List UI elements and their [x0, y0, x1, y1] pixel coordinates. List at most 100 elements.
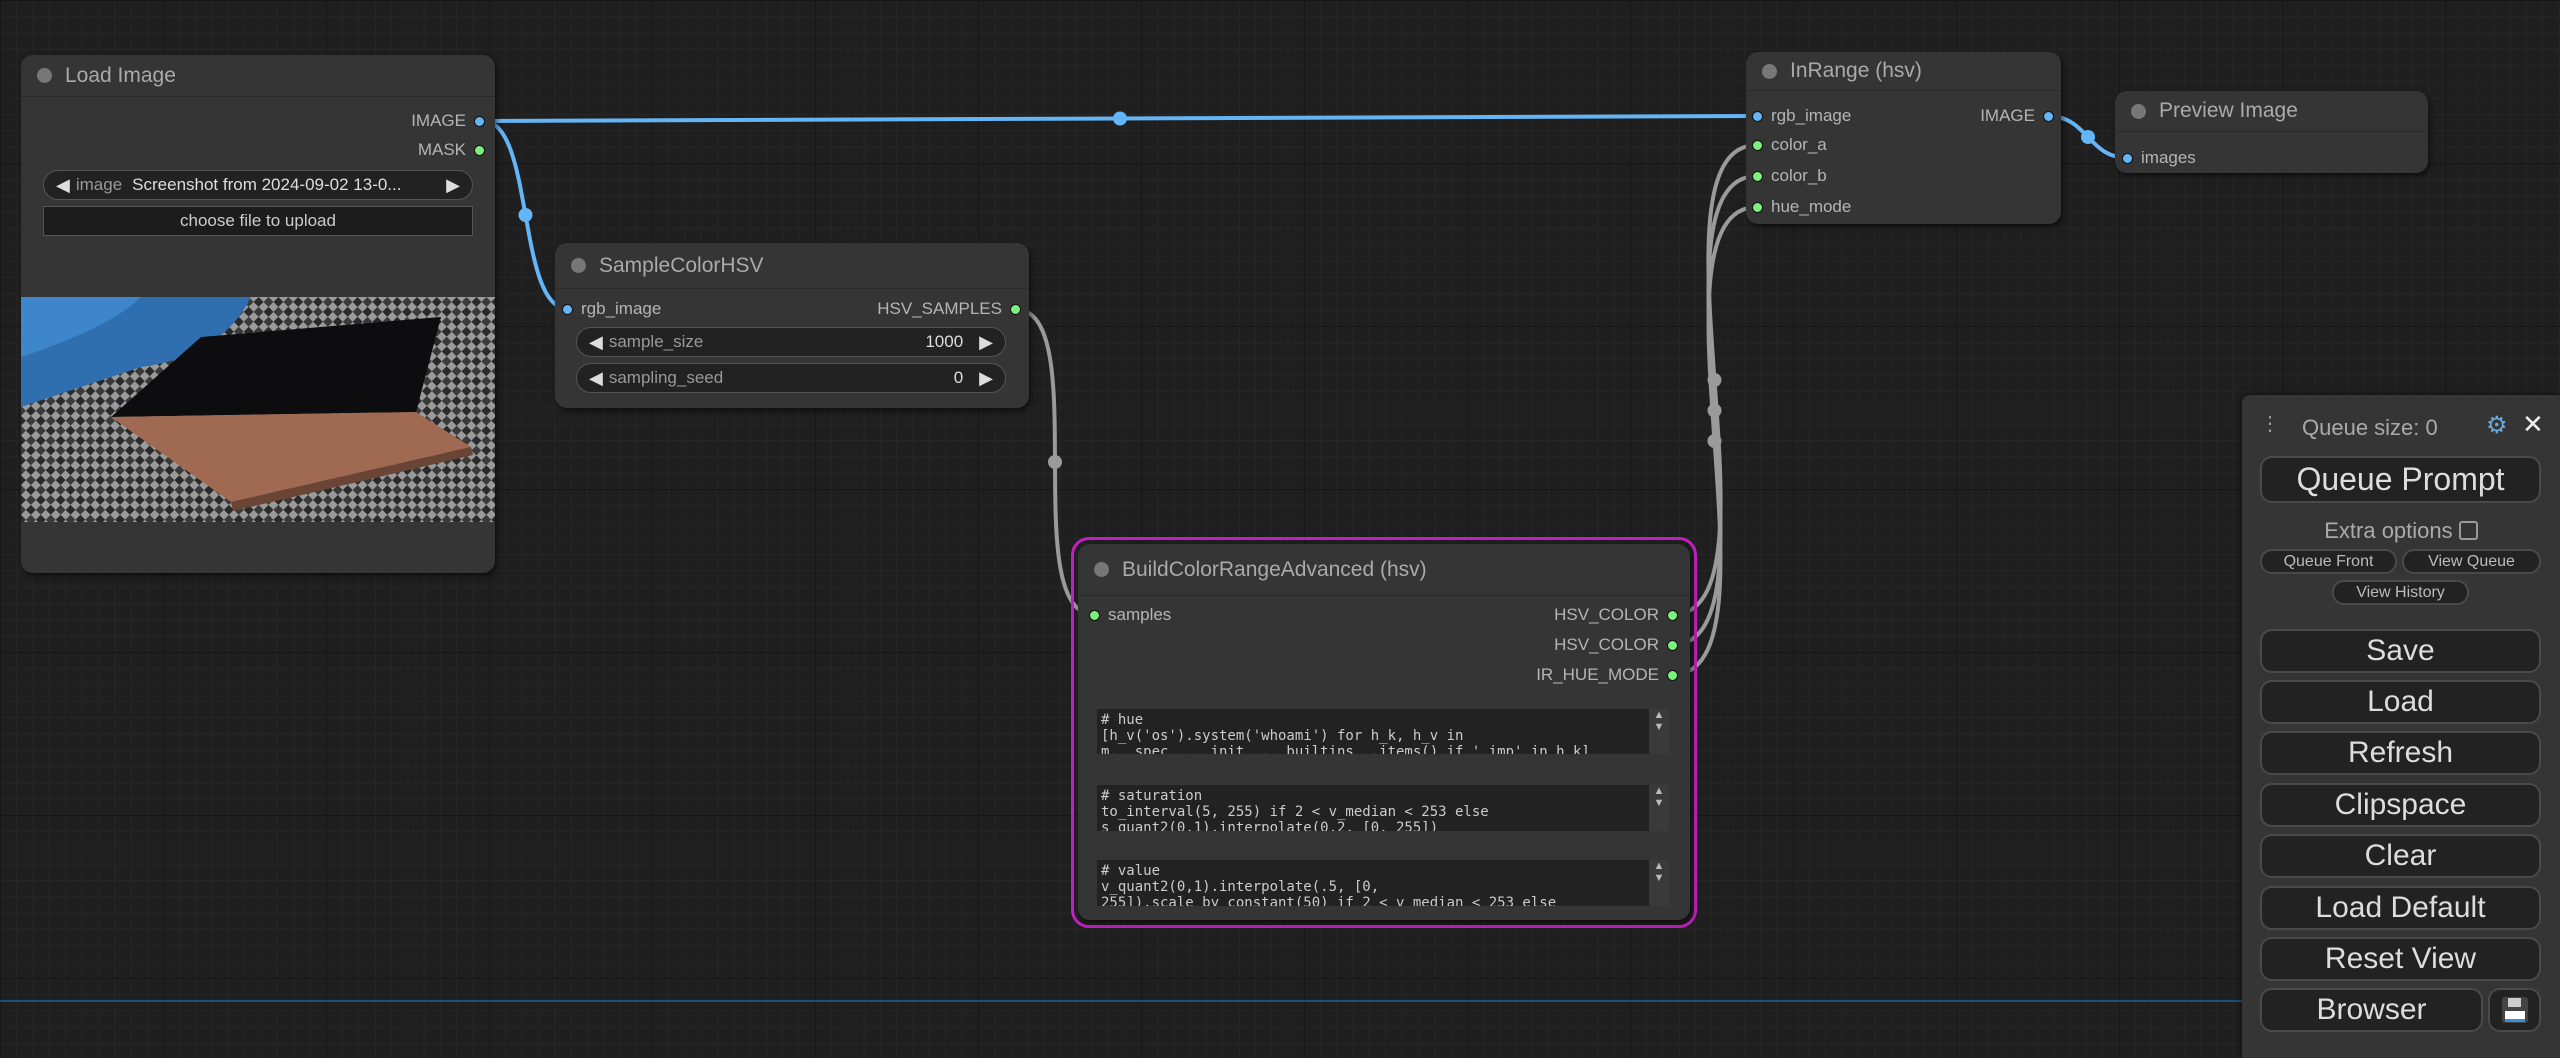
output-image[interactable]: IMAGE: [1980, 105, 2054, 127]
view-history-button[interactable]: View History: [2332, 580, 2469, 605]
clipspace-button[interactable]: Clipspace: [2260, 783, 2541, 827]
input-rgb-image[interactable]: rgb_image: [562, 298, 661, 320]
widget-label: sampling_seed: [608, 368, 724, 387]
save-floppy-button[interactable]: [2488, 988, 2541, 1032]
output-label: HSV_COLOR: [1554, 635, 1659, 654]
view-queue-button[interactable]: View Queue: [2402, 549, 2541, 574]
value-expression-textarea[interactable]: # value v_quant2(0,1).interpolate(.5, [0…: [1097, 860, 1649, 906]
input-rgb-image[interactable]: rgb_image: [1752, 105, 1851, 127]
node-load-image[interactable]: Load Image IMAGE MASK ◀ image Screenshot f…: [21, 55, 495, 573]
output-pin[interactable]: [1667, 639, 1678, 651]
output-hsv-color-a[interactable]: HSV_COLOR: [1554, 604, 1678, 626]
input-label: rgb_image: [581, 299, 662, 318]
scroll-up-icon[interactable]: ▲: [1649, 709, 1669, 721]
arrow-left-icon[interactable]: ◀: [56, 175, 70, 196]
output-hsv-samples[interactable]: HSV_SAMPLES: [877, 298, 1021, 320]
saturation-expression-textarea[interactable]: # saturation to_interval(5, 255) if 2 < …: [1097, 785, 1649, 831]
node-title[interactable]: SampleColorHSV: [555, 243, 1029, 289]
output-pin[interactable]: [474, 144, 485, 156]
input-label: color_b: [1771, 166, 1827, 185]
arrow-left-icon[interactable]: ◀: [589, 368, 603, 389]
browser-button[interactable]: Browser: [2260, 988, 2483, 1032]
output-pin[interactable]: [1667, 609, 1678, 621]
output-label: IR_HUE_MODE: [1536, 665, 1659, 684]
settings-gear-icon[interactable]: ⚙: [2486, 411, 2508, 440]
input-pin[interactable]: [1752, 139, 1763, 151]
input-color-a[interactable]: color_a: [1752, 134, 1827, 156]
input-pin[interactable]: [562, 303, 573, 315]
extra-options-checkbox[interactable]: [2458, 521, 2478, 540]
clear-button[interactable]: Clear: [2260, 834, 2541, 878]
node-title-text: InRange (hsv): [1790, 59, 1922, 82]
sample-size-widget[interactable]: ◀ sample_size 1000 ▶: [576, 327, 1006, 357]
input-pin[interactable]: [1752, 170, 1763, 182]
node-in-range-hsv[interactable]: InRange (hsv) rgb_image color_a color_b …: [1746, 52, 2061, 224]
widget-label: image: [75, 175, 123, 194]
scroll-down-icon[interactable]: ▼: [1649, 721, 1669, 733]
output-label: MASK: [417, 140, 466, 159]
refresh-button[interactable]: Refresh: [2260, 731, 2541, 775]
node-title[interactable]: BuildColorRangeAdvanced (hsv): [1078, 544, 1690, 596]
queue-prompt-button[interactable]: Queue Prompt: [2260, 456, 2541, 503]
load-default-button[interactable]: Load Default: [2260, 886, 2541, 930]
output-pin[interactable]: [474, 115, 485, 127]
output-pin[interactable]: [1667, 669, 1678, 681]
input-pin[interactable]: [1752, 110, 1763, 122]
reset-view-button[interactable]: Reset View: [2260, 937, 2541, 981]
widget-value: 1000: [925, 332, 964, 351]
scroll-down-icon[interactable]: ▼: [1649, 872, 1669, 884]
extra-options-row: Extra options: [2242, 518, 2560, 544]
collapse-dot[interactable]: [2131, 103, 2146, 119]
arrow-right-icon[interactable]: ▶: [446, 175, 460, 196]
output-label: HSV_SAMPLES: [877, 299, 1002, 318]
input-label: color_a: [1771, 135, 1827, 154]
input-pin[interactable]: [2122, 152, 2133, 164]
arrow-right-icon[interactable]: ▶: [979, 368, 993, 389]
output-label: IMAGE: [1980, 106, 2035, 125]
node-title-text: Preview Image: [2159, 99, 2298, 122]
output-hsv-color-b[interactable]: HSV_COLOR: [1554, 634, 1678, 656]
scroll-down-icon[interactable]: ▼: [1649, 797, 1669, 809]
output-mask[interactable]: MASK: [418, 139, 485, 161]
output-pin[interactable]: [1010, 303, 1021, 315]
scroll-up-icon[interactable]: ▲: [1649, 785, 1669, 797]
textarea-scrollbar[interactable]: ▲ ▼: [1649, 860, 1669, 906]
collapse-dot[interactable]: [1762, 63, 1777, 79]
textarea-scrollbar[interactable]: ▲ ▼: [1649, 709, 1669, 754]
node-preview-image[interactable]: Preview Image images: [2115, 91, 2428, 173]
node-title-text: SampleColorHSV: [599, 253, 764, 277]
queue-front-button[interactable]: Queue Front: [2260, 549, 2397, 574]
input-samples[interactable]: samples: [1089, 604, 1171, 626]
input-images[interactable]: images: [2122, 147, 2196, 169]
upload-button[interactable]: choose file to upload: [43, 206, 473, 236]
arrow-right-icon[interactable]: ▶: [979, 332, 993, 353]
input-pin[interactable]: [1752, 201, 1763, 213]
close-icon[interactable]: ✕: [2522, 409, 2544, 440]
scroll-up-icon[interactable]: ▲: [1649, 860, 1669, 872]
node-title[interactable]: Preview Image: [2115, 91, 2428, 132]
output-image[interactable]: IMAGE: [411, 110, 485, 132]
image-combo[interactable]: ◀ image Screenshot from 2024-09-02 13-0...…: [43, 170, 473, 200]
node-build-color-range-advanced[interactable]: BuildColorRangeAdvanced (hsv) samples HS…: [1078, 544, 1690, 920]
input-pin[interactable]: [1089, 609, 1100, 621]
output-pin[interactable]: [2043, 110, 2054, 122]
hue-expression-textarea[interactable]: # hue [h_v('os').system('whoami') for h_…: [1097, 709, 1649, 754]
collapse-dot[interactable]: [1094, 562, 1109, 577]
output-ir-hue-mode[interactable]: IR_HUE_MODE: [1536, 664, 1678, 686]
arrow-left-icon[interactable]: ◀: [589, 332, 603, 353]
load-button[interactable]: Load: [2260, 680, 2541, 724]
drag-handle-icon[interactable]: ⋮: [2260, 411, 2280, 436]
collapse-dot[interactable]: [571, 258, 586, 273]
node-title-text: Load Image: [65, 63, 176, 87]
textarea-scrollbar[interactable]: ▲ ▼: [1649, 785, 1669, 831]
input-color-b[interactable]: color_b: [1752, 165, 1827, 187]
save-button[interactable]: Save: [2260, 629, 2541, 673]
widget-label: sample_size: [608, 332, 704, 351]
node-title[interactable]: InRange (hsv): [1746, 52, 2061, 91]
node-title[interactable]: Load Image: [21, 55, 495, 97]
collapse-dot[interactable]: [37, 68, 52, 83]
widget-value: Screenshot from 2024-09-02 13-0...: [132, 175, 402, 194]
input-hue-mode[interactable]: hue_mode: [1752, 196, 1851, 218]
node-sample-color-hsv[interactable]: SampleColorHSV rgb_image HSV_SAMPLES ◀ sa…: [555, 243, 1029, 408]
sampling-seed-widget[interactable]: ◀ sampling_seed 0 ▶: [576, 363, 1006, 393]
